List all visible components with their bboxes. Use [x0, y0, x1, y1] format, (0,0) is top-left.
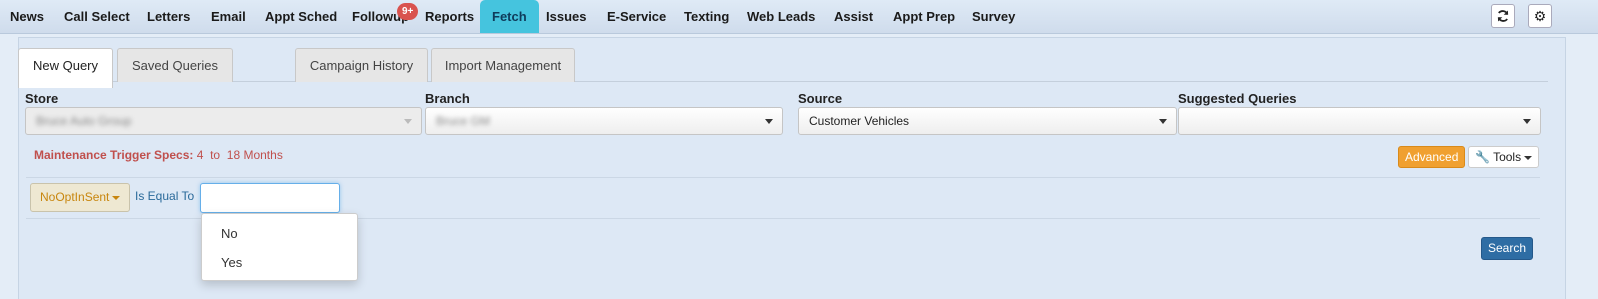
nav-e-service[interactable]: E-Service: [607, 0, 666, 33]
nav-web-leads[interactable]: Web Leads: [747, 0, 815, 33]
wrench-icon: 🔧: [1475, 150, 1490, 164]
filter-field-label: NoOptInSent: [40, 190, 110, 204]
nav-survey[interactable]: Survey: [972, 0, 1015, 33]
nav-news[interactable]: News: [10, 0, 44, 33]
chevron-down-icon: [1159, 119, 1167, 124]
filter-value-dropdown: No Yes: [201, 213, 358, 281]
followup-count-badge: 9+: [397, 3, 419, 20]
branch-value: Bruce GM: [436, 114, 491, 128]
divider: [26, 177, 1540, 178]
refresh-icon: [1497, 10, 1509, 22]
spec-from: 4: [196, 148, 204, 162]
filter-value-input[interactable]: [200, 183, 340, 213]
source-value: Customer Vehicles: [809, 114, 910, 128]
nav-reports[interactable]: Reports: [425, 0, 474, 33]
store-value: Bruce Auto Group: [36, 114, 132, 128]
spec-label: Maintenance Trigger Specs:: [34, 148, 194, 162]
settings-button[interactable]: ⚙: [1528, 4, 1552, 28]
nav-fetch[interactable]: Fetch: [480, 0, 539, 33]
option-no[interactable]: No: [221, 226, 238, 241]
chevron-down-icon: [1523, 119, 1531, 124]
tabs-divider: [18, 81, 1548, 82]
advanced-button[interactable]: Advanced: [1398, 146, 1466, 168]
tab-saved-queries[interactable]: Saved Queries: [117, 48, 233, 82]
nav-assist[interactable]: Assist: [834, 0, 873, 33]
suggested-queries-select[interactable]: [1178, 107, 1541, 135]
nav-email[interactable]: Email: [211, 0, 246, 33]
top-nav: News Call Select Letters Email Appt Sche…: [0, 0, 1598, 34]
chevron-down-icon: [404, 119, 412, 124]
nav-appt-prep[interactable]: Appt Prep: [893, 0, 955, 33]
nav-letters[interactable]: Letters: [147, 0, 190, 33]
source-label: Source: [798, 91, 843, 106]
tab-import-management[interactable]: Import Management: [431, 48, 575, 82]
source-select[interactable]: Customer Vehicles: [798, 107, 1177, 135]
caret-down-icon: [112, 195, 121, 200]
suggested-queries-label: Suggested Queries: [1178, 91, 1297, 106]
tab-campaign-history[interactable]: Campaign History: [295, 48, 428, 82]
store-select: Bruce Auto Group: [25, 107, 422, 135]
store-label: Store: [25, 91, 59, 106]
option-yes[interactable]: Yes: [221, 255, 242, 270]
nav-appt-sched[interactable]: Appt Sched: [265, 0, 337, 33]
filter-operator[interactable]: Is Equal To: [135, 189, 194, 203]
refresh-button[interactable]: [1491, 4, 1515, 28]
maintenance-trigger-specs: Maintenance Trigger Specs: 4 to 18 Month…: [34, 148, 283, 162]
tools-button[interactable]: 🔧 Tools: [1468, 146, 1540, 168]
nav-call-select[interactable]: Call Select: [64, 0, 130, 33]
nav-texting[interactable]: Texting: [684, 0, 729, 33]
spec-to-word: to: [210, 148, 221, 162]
gear-icon: ⚙: [1533, 7, 1547, 24]
branch-label: Branch: [425, 91, 470, 106]
tools-label: Tools: [1493, 150, 1522, 164]
spec-to: 18 Months: [226, 148, 283, 162]
nav-issues[interactable]: Issues: [546, 0, 586, 33]
tab-new-query[interactable]: New Query: [18, 48, 113, 88]
filter-field-button[interactable]: NoOptInSent: [30, 183, 131, 212]
search-button[interactable]: Search: [1481, 237, 1534, 260]
chevron-down-icon: [1524, 155, 1533, 160]
branch-select[interactable]: Bruce GM: [425, 107, 783, 135]
chevron-down-icon: [765, 119, 773, 124]
